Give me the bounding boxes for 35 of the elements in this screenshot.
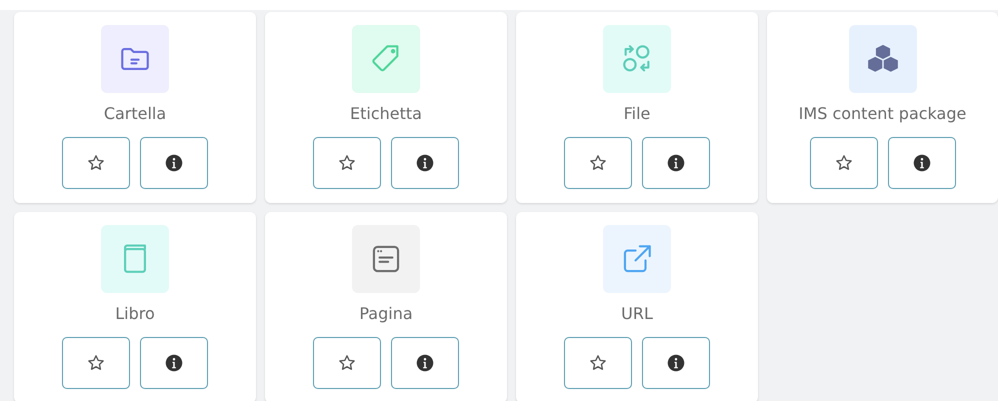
activity-label: IMS content package: [798, 103, 966, 125]
info-icon: [165, 354, 183, 372]
activity-label: Etichetta: [350, 103, 422, 125]
info-button[interactable]: [888, 137, 956, 189]
star-button[interactable]: [313, 337, 381, 389]
info-button[interactable]: [140, 137, 208, 189]
star-button[interactable]: [564, 137, 632, 189]
star-icon: [87, 154, 105, 172]
star-icon: [834, 154, 852, 172]
info-icon: [667, 154, 685, 172]
info-button[interactable]: [140, 337, 208, 389]
star-icon: [338, 154, 356, 172]
star-button[interactable]: [810, 137, 878, 189]
info-button[interactable]: [391, 337, 459, 389]
star-button[interactable]: [564, 337, 632, 389]
star-button[interactable]: [62, 137, 130, 189]
activity-label: Pagina: [359, 303, 413, 325]
activity-label: File: [624, 103, 650, 125]
info-icon: [912, 154, 930, 172]
info-icon: [416, 354, 434, 372]
star-icon: [338, 354, 356, 372]
info-icon: [165, 154, 183, 172]
info-button[interactable]: [642, 137, 710, 189]
activity-label: Libro: [115, 303, 155, 325]
info-button[interactable]: [642, 337, 710, 389]
info-button[interactable]: [391, 137, 459, 189]
star-icon: [589, 154, 607, 172]
star-button[interactable]: [313, 137, 381, 189]
star-button[interactable]: [62, 337, 130, 389]
info-icon: [667, 354, 685, 372]
star-icon: [87, 354, 105, 372]
activity-label: URL: [621, 303, 653, 325]
info-icon: [416, 154, 434, 172]
activity-label: Cartella: [104, 103, 166, 125]
star-icon: [589, 354, 607, 372]
